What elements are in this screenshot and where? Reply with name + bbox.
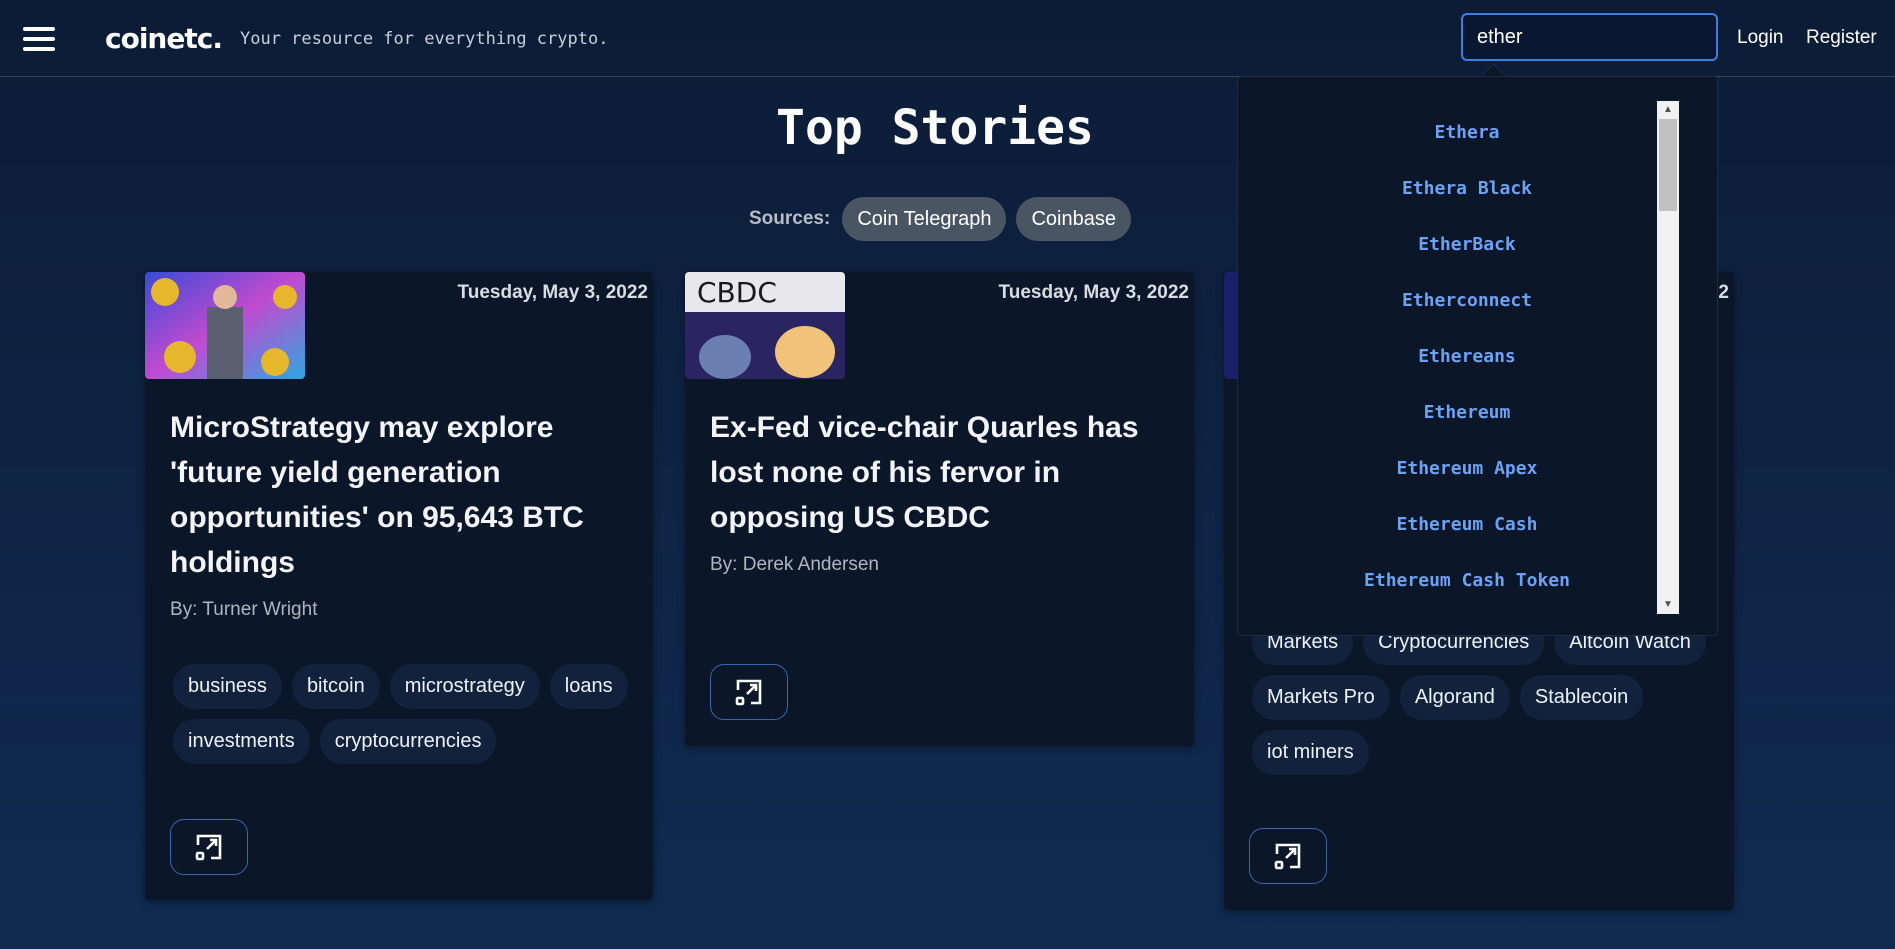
thumbnail-cbdc-text: CBDC <box>697 276 777 309</box>
site-header: coinetc. Your resource for everything cr… <box>0 0 1895 77</box>
login-link[interactable]: Login <box>1737 27 1784 49</box>
tag-list: business bitcoin microstrategy loans inv… <box>173 664 633 764</box>
sources-label: Sources: <box>749 208 831 229</box>
source-chip-coin-telegraph[interactable]: Coin Telegraph <box>842 197 1007 241</box>
open-story-button[interactable] <box>710 664 788 720</box>
search-input[interactable] <box>1461 13 1718 61</box>
suggestion-item[interactable]: Ethereum <box>1238 385 1696 441</box>
tag-chip[interactable]: cryptocurrencies <box>319 719 497 764</box>
tag-list: Markets Cryptocurrencies Altcoin Watch M… <box>1252 620 1712 775</box>
story-thumbnail <box>145 272 305 379</box>
tagline: Your resource for everything crypto. <box>240 29 609 49</box>
story-date: Tuesday, May 3, 2022 <box>457 282 648 303</box>
scroll-thumb[interactable] <box>1659 119 1677 211</box>
search-suggestions-dropdown: Ethera Ethera Black EtherBack Etherconne… <box>1237 76 1718 636</box>
suggestion-item[interactable]: Ethereans <box>1238 329 1696 385</box>
story-author: By: Derek Andersen <box>710 554 879 575</box>
story-date: 2 <box>1718 282 1729 303</box>
brand-logo[interactable]: coinetc. <box>105 22 223 55</box>
tag-chip[interactable]: Markets Pro <box>1252 675 1390 720</box>
hamburger-menu-icon[interactable] <box>23 27 55 51</box>
open-external-icon <box>1274 843 1301 870</box>
register-link[interactable]: Register <box>1806 27 1877 49</box>
story-card: CBDC Tuesday, May 3, 2022 Ex-Fed vice-ch… <box>685 272 1194 746</box>
story-thumbnail: CBDC <box>685 272 845 379</box>
suggestion-item[interactable]: Ethera <box>1238 105 1696 161</box>
open-story-button[interactable] <box>1249 828 1327 884</box>
suggestion-item[interactable]: EtherBack <box>1238 217 1696 273</box>
suggestion-item[interactable]: Ethereum Cash Token <box>1238 553 1696 609</box>
source-chip-coinbase[interactable]: Coinbase <box>1016 197 1131 241</box>
story-title[interactable]: MicroStrategy may explore 'future yield … <box>170 405 610 585</box>
tag-chip[interactable]: iot miners <box>1252 730 1369 775</box>
open-external-icon <box>195 834 222 861</box>
suggestion-item[interactable]: Ethera Black <box>1238 161 1696 217</box>
scroll-up-arrow-icon[interactable]: ▲ <box>1657 101 1679 119</box>
story-date: Tuesday, May 3, 2022 <box>998 282 1189 303</box>
suggestion-item[interactable]: Ethereum Cash <box>1238 497 1696 553</box>
tag-chip[interactable]: loans <box>549 664 628 709</box>
open-external-icon <box>735 679 762 706</box>
suggestion-list: Ethera Ethera Black EtherBack Etherconne… <box>1238 105 1696 609</box>
dropdown-scrollbar[interactable]: ▲ ▼ <box>1657 101 1679 614</box>
sources-filter: Sources: Coin Telegraph Coinbase <box>749 197 1131 241</box>
scroll-down-arrow-icon[interactable]: ▼ <box>1657 596 1679 614</box>
open-story-button[interactable] <box>170 819 248 875</box>
story-author: By: Turner Wright <box>170 599 318 620</box>
suggestion-item[interactable]: Ethereum Apex <box>1238 441 1696 497</box>
tag-chip[interactable]: Stablecoin <box>1519 675 1644 720</box>
tag-chip[interactable]: bitcoin <box>291 664 380 709</box>
story-card: Tuesday, May 3, 2022 MicroStrategy may e… <box>145 272 653 900</box>
tag-chip[interactable]: microstrategy <box>389 664 540 709</box>
tag-chip[interactable]: investments <box>173 719 310 764</box>
suggestion-item[interactable]: Etherconnect <box>1238 273 1696 329</box>
story-title[interactable]: Ex-Fed vice-chair Quarles has lost none … <box>710 405 1150 540</box>
tag-chip[interactable]: business <box>173 664 282 709</box>
tag-chip[interactable]: Algorand <box>1399 675 1510 720</box>
